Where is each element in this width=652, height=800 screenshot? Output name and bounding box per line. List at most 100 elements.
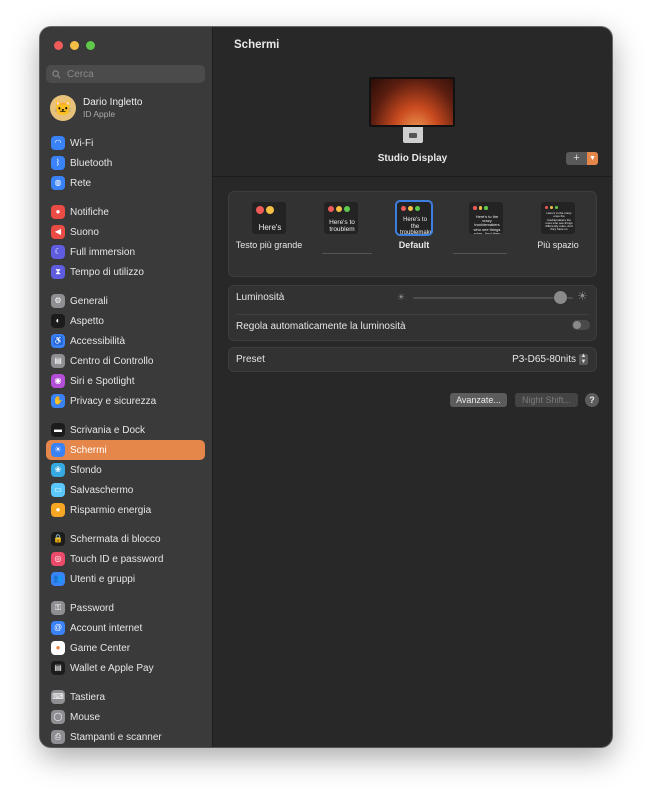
sidebar-item-aspetto[interactable]: ◐ Aspetto [46,311,205,331]
sidebar-item-full-immersion[interactable]: ☾ Full immersion [46,242,205,262]
sidebar-item-label: Risparmio energia [70,504,152,516]
sidebar-item-label: Full immersion [70,246,136,258]
resolution-label: Testo più grande [235,240,303,250]
hand-icon: ✋ [51,394,65,408]
sidebar-item-label: Account internet [70,622,143,634]
sidebar-nav: ◠ Wi-Fi ᛒ Bluetooth ◍ Rete ● Notifiche ◀ Suono ☾ Fu… [46,133,205,747]
resolution-preview-text: Here's to troublem [329,219,355,234]
sidebar-item-game-center[interactable]: ● Game Center [46,638,205,658]
sidebar-item-generali[interactable]: ⚙ Generali [46,291,205,311]
sidebar-group: ▬ Scrivania e Dock ☀ Schermi ❀ Sfondo ▭ Salvasc… [46,420,205,520]
resolution-option-3[interactable]: Here's to the troublemakers ones who Defa… [380,200,448,251]
search-field[interactable] [46,65,205,83]
sidebar-item-salvaschermo[interactable]: ▭ Salvaschermo [46,480,205,500]
sidebar-item-privacy-e-sicurezza[interactable]: ✋ Privacy e sicurezza [46,391,205,411]
sidebar-item-utenti-e-gruppi[interactable]: 👥 Utenti e gruppi [46,569,205,589]
resolution-track [453,253,507,254]
screensaver-icon: ▭ [51,483,65,497]
advanced-button[interactable]: Avanzate... [450,393,507,407]
preset-panel: Preset P3-D65-80nits ▲ ▼ [228,347,597,372]
night-shift-button[interactable]: Night Shift... [515,393,578,407]
fingerprint-icon: ◎ [51,552,65,566]
wallet-icon: ▤ [51,661,65,675]
resolution-option-2[interactable]: Here's to troublem [307,202,375,240]
globe-icon: ◍ [51,176,65,190]
sidebar-item-schermata-di-blocco[interactable]: 🔒 Schermata di blocco [46,529,205,549]
bulb-icon: ● [51,503,65,517]
sun-small-icon: ☀ [397,292,406,302]
sidebar-item-tastiera[interactable]: ⌨ Tastiera [46,687,205,707]
brightness-slider-knob[interactable] [553,291,567,304]
sidebar: 🐱 Dario Ingletto ID Apple ◠ Wi-Fi ᛒ Bluetoo… [40,27,213,747]
sidebar-item-wallet-e-apple-pay[interactable]: ▤ Wallet e Apple Pay [46,658,205,678]
sidebar-item-label: Notifiche [70,206,109,218]
sidebar-item-centro-di-controllo[interactable]: ▤ Centro di Controllo [46,351,205,371]
lock-icon: 🔒 [51,532,65,546]
main-content: Schermi Studio Display + ▼ Here's Testo p… [213,27,612,747]
sidebar-item-label: Sfondo [70,464,102,476]
close-button[interactable] [54,41,63,50]
sidebar-item-suono[interactable]: ◀ Suono [46,222,205,242]
sidebar-item-label: Aspetto [70,315,104,327]
sidebar-item-label: Schermi [70,444,107,456]
sidebar-item-label: Siri e Spotlight [70,375,135,387]
sidebar-item-stampanti-e-scanner[interactable]: ⎙ Stampanti e scanner [46,727,205,747]
accessibility-icon: ♿ [51,334,65,348]
help-button[interactable]: ? [585,393,599,407]
avatar: 🐱 [50,95,76,121]
brightness-label: Luminosità [236,292,285,303]
sidebar-item-password[interactable]: ⚿ Password [46,598,205,618]
sidebar-group: ⚙ Generali ◐ Aspetto ♿ Accessibilità ▤ Centro d… [46,291,205,411]
zoom-button[interactable] [86,41,95,50]
sidebar-item-label: Privacy e sicurezza [70,395,157,407]
resolution-option-4[interactable]: Here's to the crazy troublemakers who se… [452,202,520,240]
sidebar-item-accessibilit[interactable]: ♿ Accessibilità [46,331,205,351]
sidebar-item-account-internet[interactable]: @ Account internet [46,618,205,638]
sidebar-item-label: Suono [70,226,99,238]
search-input[interactable] [65,67,189,81]
sidebar-item-schermi[interactable]: ☀ Schermi [46,440,205,460]
sidebar-item-siri-e-spotlight[interactable]: ◉ Siri e Spotlight [46,371,205,391]
sidebar-item-mouse[interactable]: ◯ Mouse [46,707,205,727]
sidebar-item-risparmio-energia[interactable]: ● Risparmio energia [46,500,205,520]
brightness-slider[interactable] [413,291,573,304]
sidebar-group: 🔒 Schermata di blocco ◎ Touch ID e password… [46,529,205,589]
preset-select[interactable]: P3-D65-80nits ▲ ▼ [512,353,588,365]
sidebar-item-label: Wi-Fi [70,137,94,149]
page-title: Schermi [234,39,280,51]
gear-icon: ⚙ [51,294,65,308]
hourglass-icon: ⧗ [51,265,65,279]
sidebar-item-label: Accessibilità [70,335,126,347]
resolution-label: Più spazio [537,240,579,250]
sidebar-item-wi-fi[interactable]: ◠ Wi-Fi [46,133,205,153]
at-icon: @ [51,621,65,635]
auto-brightness-toggle[interactable] [572,320,590,330]
appearance-icon: ◐ [51,314,65,328]
wallpaper-icon: ❀ [51,463,65,477]
resolution-preview-text: Here's to the troublemakers ones who [400,217,431,234]
add-display-button[interactable]: + ▼ [566,152,598,165]
sidebar-item-scrivania-e-dock[interactable]: ▬ Scrivania e Dock [46,420,205,440]
sidebar-item-tempo-di-utilizzo[interactable]: ⧗ Tempo di utilizzo [46,262,205,282]
plus-icon: + [573,152,580,164]
account-subtitle: ID Apple [83,109,116,119]
search-icon [52,69,61,78]
game-center-icon: ● [51,641,65,655]
sidebar-item-sfondo[interactable]: ❀ Sfondo [46,460,205,480]
minimize-button[interactable] [70,41,79,50]
resolution-option-5[interactable]: Here's to the crazy ones the troublemake… [524,202,592,251]
sidebar-item-label: Bluetooth [70,157,113,169]
resolution-preview: Here's [252,202,286,234]
studio-display-thumbnail[interactable] [369,77,455,127]
resolution-option-1[interactable]: Here's Testo più grande [235,202,303,251]
dock-icon: ▬ [51,423,65,437]
sidebar-item-bluetooth[interactable]: ᛒ Bluetooth [46,153,205,173]
resolution-preview: Here's to troublem [324,202,358,234]
sidebar-item-touch-id-e-password[interactable]: ◎ Touch ID e password [46,549,205,569]
mouse-icon: ◯ [51,710,65,724]
apple-id-account[interactable]: 🐱 Dario Ingletto ID Apple [50,95,142,121]
sidebar-group: ⚿ Password @ Account internet ● Game Center ▤ W… [46,598,205,678]
sidebar-item-rete[interactable]: ◍ Rete [46,173,205,193]
sidebar-item-label: Rete [70,177,92,189]
sidebar-item-notifiche[interactable]: ● Notifiche [46,202,205,222]
